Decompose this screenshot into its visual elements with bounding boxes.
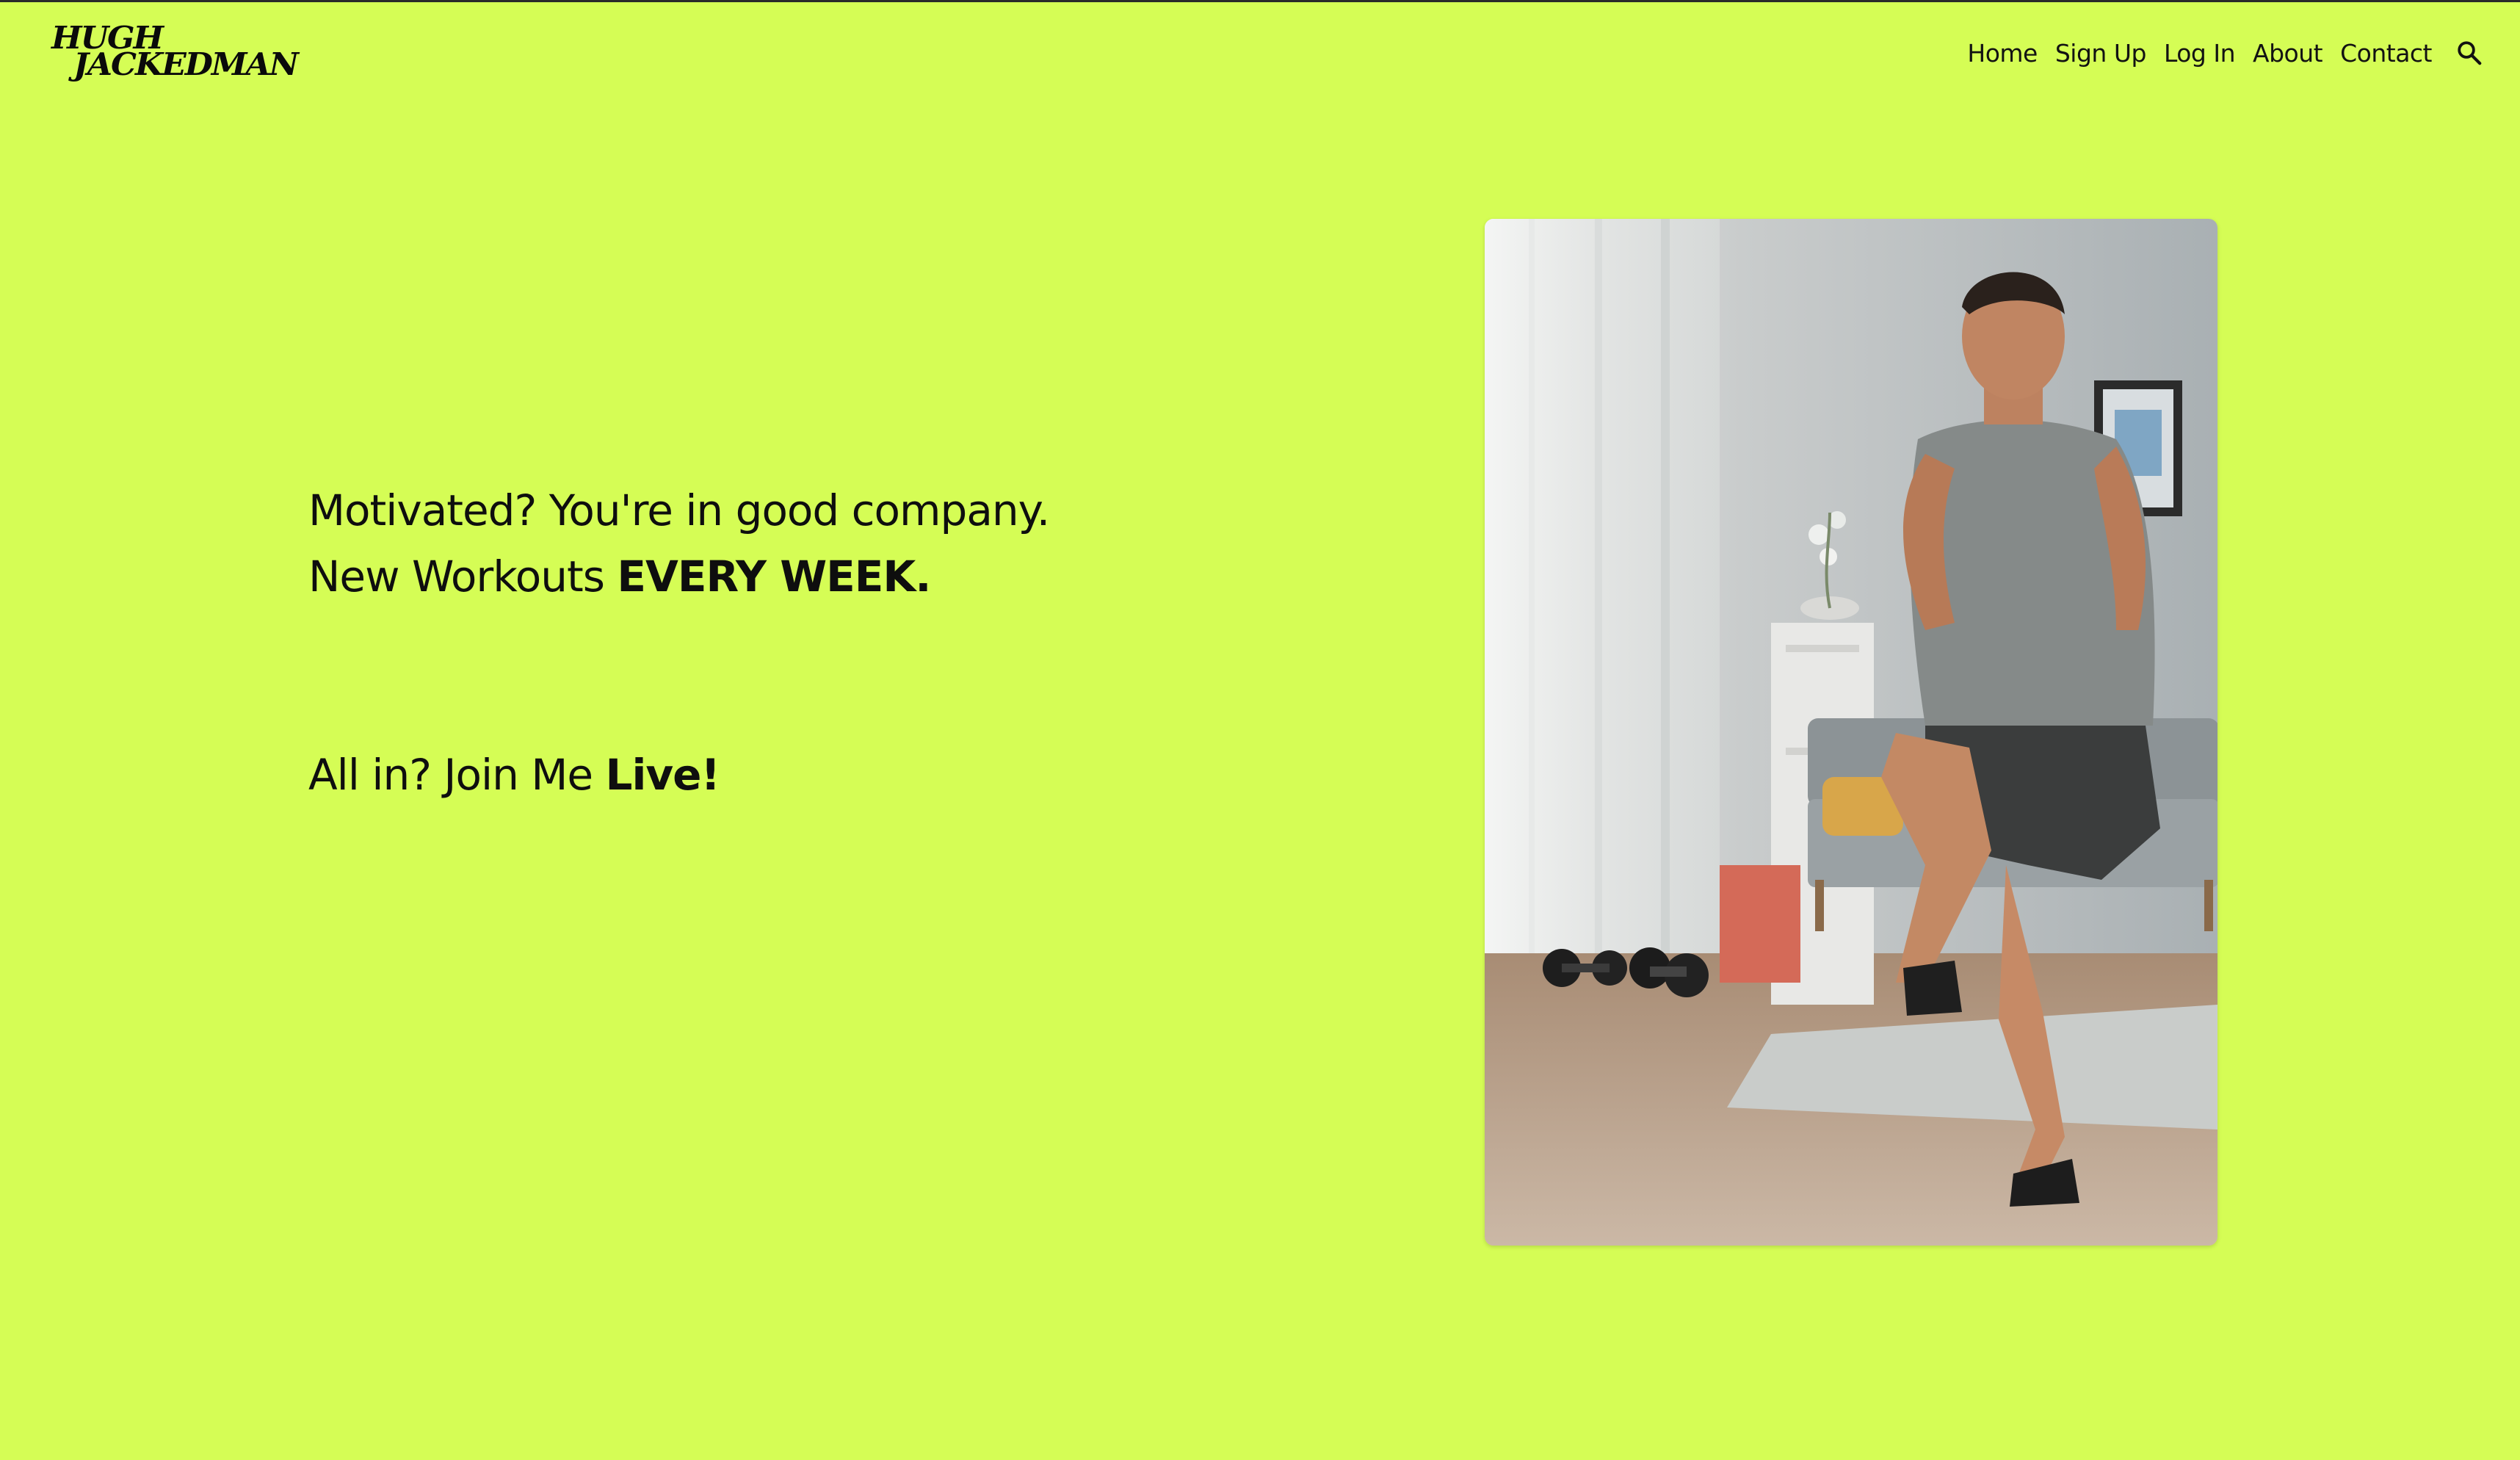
hero-copy: Motivated? You're in good company. New W…	[308, 477, 1336, 808]
nav-about-link[interactable]: About	[2253, 39, 2323, 68]
hero-line-workouts: New Workouts EVERY WEEK.	[308, 543, 1336, 610]
hero-line3-bold[interactable]: Live!	[606, 750, 720, 800]
hero-line-motivated: Motivated? You're in good company.	[308, 477, 1336, 543]
nav-contact-link[interactable]: Contact	[2340, 39, 2432, 68]
brand-logo[interactable]: HUGH JACKEDMAN	[51, 24, 330, 82]
top-border	[0, 0, 2520, 2]
workout-photo-illustration	[1485, 219, 2217, 1246]
nav-home-link[interactable]: Home	[1967, 39, 2038, 68]
hero-line1-text: Motivated? You're in good company.	[308, 485, 1050, 535]
hero-line3-prefix: All in? Join Me	[308, 750, 606, 800]
nav-signup-link[interactable]: Sign Up	[2055, 39, 2147, 68]
hero-line2-bold: EVERY WEEK.	[617, 552, 931, 601]
hero-workout-video[interactable]	[1485, 219, 2217, 1246]
search-icon[interactable]	[2452, 36, 2486, 70]
nav-login-link[interactable]: Log In	[2164, 39, 2236, 68]
main-nav: Home Sign Up Log In About Contact	[1967, 32, 2486, 73]
hero-line-live: All in? Join Me Live!	[308, 742, 1336, 808]
hero-spacer	[308, 610, 1336, 742]
brand-logo-line2: JACKEDMAN	[73, 47, 299, 83]
hero-line2-prefix: New Workouts	[308, 552, 618, 601]
